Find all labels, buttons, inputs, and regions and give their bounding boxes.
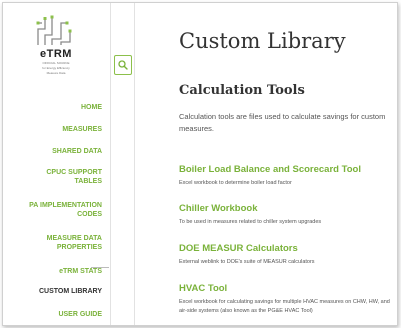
sidebar: eTRM OFFICIAL SOURCE for Energy Efficien… <box>3 3 111 325</box>
brand-name: eTRM <box>40 48 72 60</box>
sidebar-item-custom-library[interactable]: CUSTOM LIBRARY <box>39 287 102 296</box>
sidebar-item-cpuc-support-tables[interactable]: CPUC SUPPORT TABLES <box>46 168 102 186</box>
brand-subtitle-1: OFFICIAL SOURCE <box>42 61 70 65</box>
sidebar-item-etrm-stats[interactable]: eTRM STATS <box>59 267 102 276</box>
sidebar-item-measures[interactable]: MEASURES <box>62 125 102 134</box>
search-icon <box>118 60 128 70</box>
sidebar-item-home[interactable]: HOME <box>81 103 102 112</box>
section-intro: Calculation tools are files used to calc… <box>179 112 386 133</box>
tool-desc-boiler-load-balance: Excel workbook to determine boiler load … <box>179 180 292 186</box>
active-nav-marker <box>91 267 109 268</box>
sidebar-item-shared-data[interactable]: SHARED DATA <box>52 147 102 156</box>
search-column <box>110 3 135 325</box>
sidebar-item-pa-implementation-codes[interactable]: PA IMPLEMENTATION CODES <box>29 201 102 219</box>
tool-link-chiller-workbook[interactable]: Chiller Workbook <box>179 203 257 214</box>
tool-desc-hvac-tool: Excel workbook for calculating savings f… <box>179 299 390 314</box>
sidebar-item-user-guide[interactable]: USER GUIDE <box>58 310 102 319</box>
brand-subtitle-3: Measure Data <box>46 71 66 75</box>
brand-subtitle-2: for Energy Efficiency <box>42 66 70 70</box>
tool-desc-chiller-workbook: To be used in measures related to chille… <box>179 219 322 225</box>
page-title: Custom Library <box>179 29 346 53</box>
tool-link-doe-measur[interactable]: DOE MEASUR Calculators <box>179 243 298 254</box>
tool-desc-doe-measur: External weblink to DOE's suite of MEASU… <box>179 259 315 265</box>
tool-link-boiler-load-balance[interactable]: Boiler Load Balance and Scorecard Tool <box>179 164 361 175</box>
app-window: eTRM OFFICIAL SOURCE for Energy Efficien… <box>2 2 398 326</box>
search-button[interactable] <box>114 55 132 75</box>
brand: eTRM OFFICIAL SOURCE for Energy Efficien… <box>23 48 89 75</box>
section-title: Calculation Tools <box>179 83 305 98</box>
sidebar-item-measure-data-properties[interactable]: MEASURE DATA PROPERTIES <box>47 234 102 252</box>
tool-link-hvac-tool[interactable]: HVAC Tool <box>179 283 227 294</box>
